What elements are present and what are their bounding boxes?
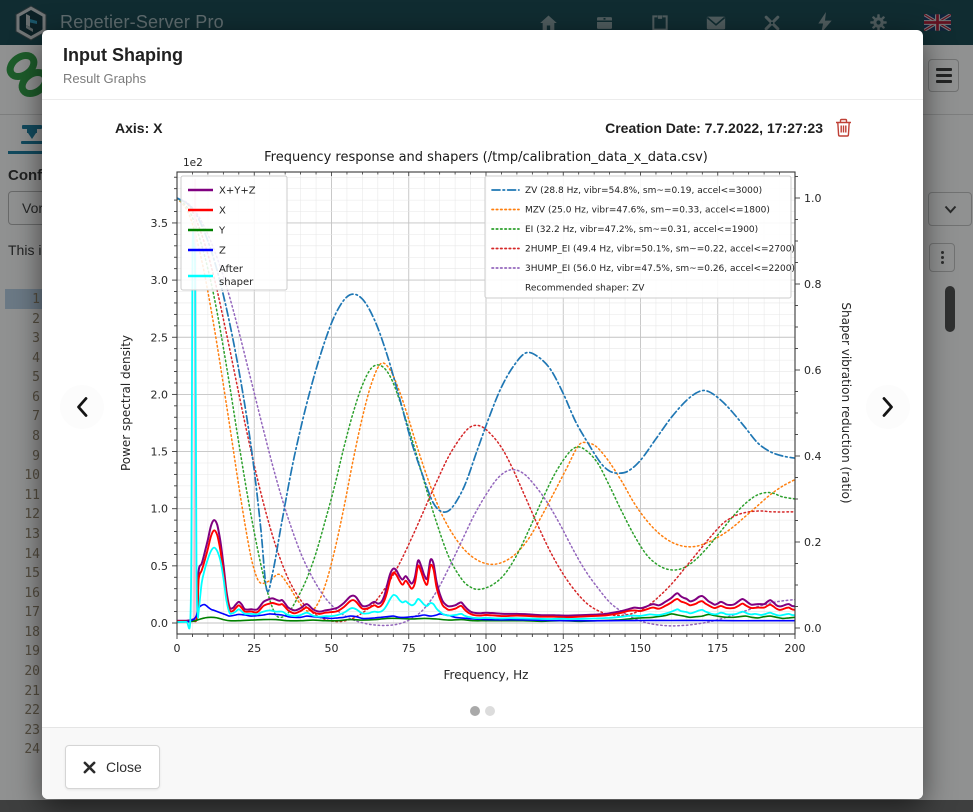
svg-text:3.0: 3.0 xyxy=(151,274,169,287)
svg-text:0.2: 0.2 xyxy=(804,536,822,549)
svg-text:3.5: 3.5 xyxy=(151,217,169,230)
carousel-prev-button[interactable] xyxy=(60,385,104,429)
creation-date-label: Creation Date: 7.7.2022, 17:27:23 xyxy=(605,120,823,136)
close-button-label: Close xyxy=(106,759,142,775)
dialog-footer: Close xyxy=(42,727,923,799)
dialog-subtitle: Result Graphs xyxy=(63,71,899,86)
svg-text:EI (32.2 Hz, vibr=47.2%, sm~=0: EI (32.2 Hz, vibr=47.2%, sm~=0.31, accel… xyxy=(525,225,758,235)
svg-text:2.5: 2.5 xyxy=(151,331,169,344)
svg-text:Recommended shaper: ZV: Recommended shaper: ZV xyxy=(525,284,645,294)
dialog-title: Input Shaping xyxy=(63,45,899,66)
svg-text:Frequency, Hz: Frequency, Hz xyxy=(444,668,529,682)
svg-text:175: 175 xyxy=(707,642,728,655)
frequency-response-chart: 0 25 50 75 100 125 150 175 200 0.0 0.5 1.0 1.5 2.0 2.5… xyxy=(115,145,853,697)
result-meta-row: Axis: X Creation Date: 7.7.2022, 17:27:2… xyxy=(115,118,852,137)
svg-text:0.4: 0.4 xyxy=(804,450,822,463)
svg-text:0.8: 0.8 xyxy=(804,278,822,291)
svg-text:0.6: 0.6 xyxy=(804,364,822,377)
carousel-next-button[interactable] xyxy=(866,385,910,429)
creation-date-group: Creation Date: 7.7.2022, 17:27:23 xyxy=(605,118,852,137)
svg-text:Frequency response and shapers: Frequency response and shapers (/tmp/cal… xyxy=(264,150,708,165)
svg-text:0.0: 0.0 xyxy=(151,617,169,630)
svg-text:2.0: 2.0 xyxy=(151,388,169,401)
close-x-icon xyxy=(83,761,96,774)
svg-text:Shaper vibration reduction (ra: Shaper vibration reduction (ratio) xyxy=(839,302,853,503)
svg-text:shaper: shaper xyxy=(219,277,254,288)
carousel-dot[interactable] xyxy=(470,706,480,716)
svg-text:1.0: 1.0 xyxy=(804,192,822,205)
close-button[interactable]: Close xyxy=(65,745,160,789)
chevron-right-icon xyxy=(881,396,895,418)
carousel-dot[interactable] xyxy=(485,706,495,716)
svg-text:3HUMP_EI (56.0 Hz, vibr=47.5%,: 3HUMP_EI (56.0 Hz, vibr=47.5%, sm~=0.26,… xyxy=(525,264,795,274)
svg-text:125: 125 xyxy=(553,642,574,655)
svg-text:50: 50 xyxy=(325,642,339,655)
svg-text:200: 200 xyxy=(785,642,806,655)
svg-text:25: 25 xyxy=(247,642,261,655)
svg-text:X+Y+Z: X+Y+Z xyxy=(219,186,256,197)
carousel-pagination xyxy=(42,706,923,716)
svg-text:Y: Y xyxy=(218,226,226,237)
svg-text:After: After xyxy=(219,264,244,275)
axis-label: Axis: X xyxy=(115,120,162,136)
svg-text:0.0: 0.0 xyxy=(804,622,822,635)
app-root: Repetier-Server Pro Confi Vor This i 123… xyxy=(0,0,973,812)
chevron-left-icon xyxy=(75,396,89,418)
svg-text:ZV (28.8 Hz, vibr=54.8%, sm~=0: ZV (28.8 Hz, vibr=54.8%, sm~=0.19, accel… xyxy=(525,186,762,196)
svg-text:150: 150 xyxy=(630,642,651,655)
svg-text:Power spectral density: Power spectral density xyxy=(119,335,133,471)
svg-text:100: 100 xyxy=(476,642,497,655)
svg-text:1.0: 1.0 xyxy=(151,503,169,516)
svg-text:2HUMP_EI (49.4 Hz, vibr=50.1%,: 2HUMP_EI (49.4 Hz, vibr=50.1%, sm~=0.22,… xyxy=(525,245,795,255)
svg-text:0.5: 0.5 xyxy=(151,560,169,573)
delete-trash-icon[interactable] xyxy=(835,118,852,137)
svg-text:Z: Z xyxy=(219,246,226,257)
svg-text:75: 75 xyxy=(402,642,416,655)
svg-text:X: X xyxy=(219,206,226,217)
dialog-header: Input Shaping Result Graphs xyxy=(42,30,923,100)
svg-text:1.5: 1.5 xyxy=(151,446,169,459)
svg-text:MZV (25.0 Hz, vibr=47.6%, sm~=: MZV (25.0 Hz, vibr=47.6%, sm~=0.33, acce… xyxy=(525,206,770,216)
svg-text:1e2: 1e2 xyxy=(183,157,203,169)
input-shaping-dialog: Input Shaping Result Graphs Axis: X Crea… xyxy=(42,30,923,799)
svg-text:0: 0 xyxy=(174,642,181,655)
